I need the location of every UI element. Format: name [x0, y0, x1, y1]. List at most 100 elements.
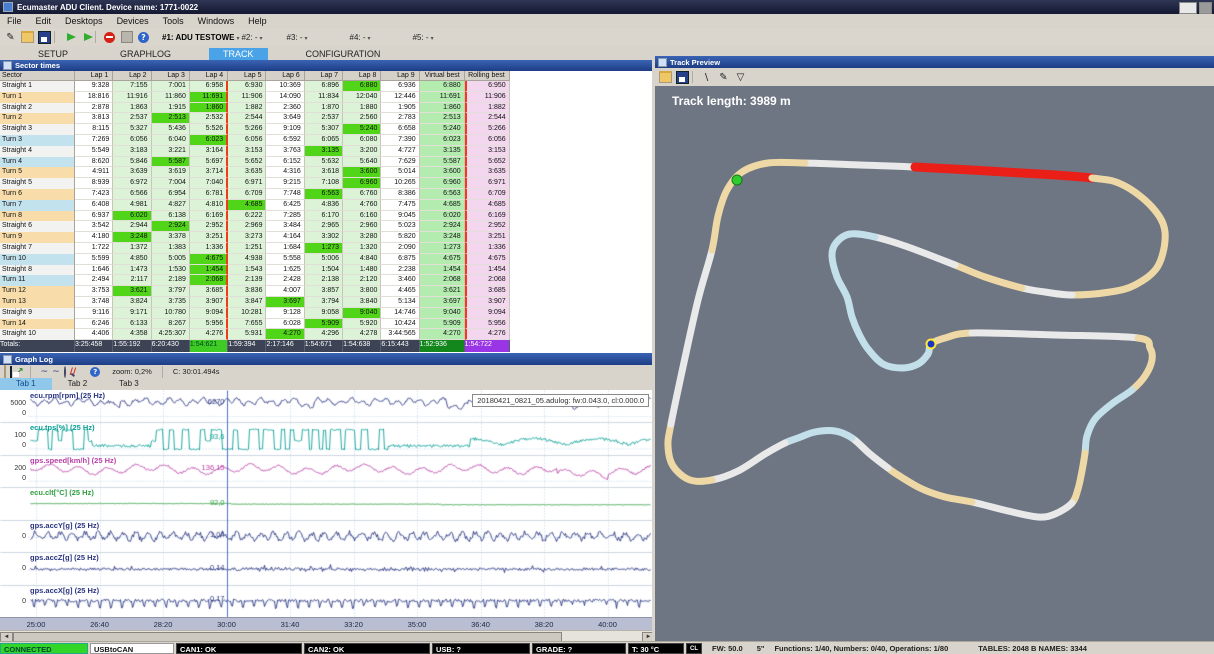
- help-log-icon[interactable]: ?: [90, 367, 100, 377]
- magnifier-icon[interactable]: [64, 367, 66, 377]
- close-button[interactable]: [1199, 2, 1212, 14]
- sector-time-cell: 2:944: [113, 221, 151, 232]
- maximize-button[interactable]: [1179, 2, 1197, 14]
- sector-row-name[interactable]: Straight 7: [0, 243, 75, 254]
- sector-time-cell: 10:424: [381, 319, 419, 330]
- sector-time-cell: 2:952: [190, 221, 228, 232]
- sector-row-name[interactable]: Straight 9: [0, 308, 75, 319]
- column-header-lap-5: Lap 5: [228, 71, 266, 81]
- sector-row-name[interactable]: Straight 2: [0, 103, 75, 114]
- zoom-out-wave-icon[interactable]: ~: [52, 367, 60, 377]
- graph-plot-area[interactable]: ecu.rpm[rpm] (25 Hz)50000ecu.tps[%] (25 …: [0, 390, 655, 617]
- firmware-label: FW: 50.0: [712, 644, 743, 653]
- sector-row-name[interactable]: Turn 5: [0, 167, 75, 178]
- track-sector-tan: [668, 424, 712, 481]
- tab-graphlog[interactable]: GRAPHLOG: [106, 48, 185, 60]
- sector-row-name[interactable]: Turn 1: [0, 92, 75, 103]
- sector-row-name[interactable]: Turn 10: [0, 254, 75, 265]
- sector-times-panel-header[interactable]: Sector times: [0, 60, 652, 71]
- stop-icon[interactable]: [103, 31, 116, 44]
- eraser-tool-icon[interactable]: ▽: [734, 71, 747, 84]
- sector-time-cell: 5:307: [305, 124, 343, 135]
- sector-time-cell: 7:040: [190, 178, 228, 189]
- sector-row-name[interactable]: Turn 14: [0, 319, 75, 330]
- sector-row-name[interactable]: Straight 4: [0, 146, 75, 157]
- column-header-lap-8: Lap 8: [343, 71, 381, 81]
- virtual-best-cell: 5:587: [420, 157, 465, 168]
- sector-time-cell: 5:134: [381, 297, 419, 308]
- device-slot-3[interactable]: #3: -▾: [287, 33, 308, 42]
- sector-row-name[interactable]: Straight 6: [0, 221, 75, 232]
- sector-row-name[interactable]: Straight 1: [0, 81, 75, 92]
- sector-time-cell: 6:408: [75, 200, 113, 211]
- rolling-best-cell: 3:153: [465, 146, 510, 157]
- sector-row-name[interactable]: Turn 7: [0, 200, 75, 211]
- menu-item-help[interactable]: Help: [241, 16, 274, 26]
- virtual-best-cell: 6:880: [420, 81, 465, 92]
- open-icon[interactable]: [21, 31, 34, 44]
- sector-time-cell: 10:265: [381, 178, 419, 189]
- sector-time-cell: 3:857: [305, 286, 343, 297]
- menu-item-tools[interactable]: Tools: [156, 16, 191, 26]
- sector-row-name[interactable]: Straight 8: [0, 265, 75, 276]
- zoom-in-wave-icon[interactable]: ~: [41, 367, 49, 377]
- sector-row-name[interactable]: Turn 13: [0, 297, 75, 308]
- tab-configuration[interactable]: CONFIGURATION: [292, 48, 395, 60]
- track-sector-tan: [931, 333, 972, 344]
- graph-tab-tab-1[interactable]: Tab 1: [0, 378, 52, 390]
- line-tool-icon[interactable]: \: [700, 71, 713, 84]
- title-bar[interactable]: Ecumaster ADU Client. Device name: 1771-…: [0, 0, 1214, 14]
- sector-row-name[interactable]: Turn 3: [0, 135, 75, 146]
- device-slot-5[interactable]: #5: -▾: [413, 33, 434, 42]
- sector-time-cell: 5:909: [305, 319, 343, 330]
- sector-time-cell: 1:383: [152, 243, 190, 254]
- menu-item-desktops[interactable]: Desktops: [58, 16, 110, 26]
- sector-row-name[interactable]: Turn 12: [0, 286, 75, 297]
- sector-row-name[interactable]: Straight 5: [0, 178, 75, 189]
- y-axis-max-label: 100: [0, 432, 26, 439]
- save-icon[interactable]: [38, 31, 51, 44]
- tab-setup[interactable]: SETUP: [24, 48, 82, 60]
- save-track-icon[interactable]: [676, 71, 689, 84]
- sector-row-name[interactable]: Straight 10: [0, 329, 75, 340]
- open-log-icon[interactable]: [4, 367, 6, 377]
- sector-row-name[interactable]: Turn 6: [0, 189, 75, 200]
- help-icon[interactable]: ?: [137, 31, 150, 44]
- flag2-icon[interactable]: [79, 31, 92, 44]
- cube-icon[interactable]: [120, 31, 133, 44]
- track-length-label: Track length: 3989 m: [672, 94, 791, 108]
- device-slot-1[interactable]: #1: ADU TESTOWE▾: [162, 33, 239, 42]
- pencil-tool-icon[interactable]: ✎: [717, 71, 730, 84]
- sector-time-cell: 1:251: [228, 243, 266, 254]
- menu-item-edit[interactable]: Edit: [29, 16, 59, 26]
- sector-row-name[interactable]: Turn 8: [0, 211, 75, 222]
- sector-row-name[interactable]: Turn 2: [0, 113, 75, 124]
- graph-tab-tab-3[interactable]: Tab 3: [103, 378, 155, 390]
- graph-tab-tab-2[interactable]: Tab 2: [52, 378, 104, 390]
- sector-time-cell: 7:748: [266, 189, 304, 200]
- sector-time-cell: 9:045: [381, 211, 419, 222]
- track-canvas[interactable]: Track length: 3989 m: [655, 86, 1214, 654]
- column-header-sector: Sector: [0, 71, 75, 81]
- device-slot-4[interactable]: #4: -▾: [350, 33, 371, 42]
- column-header-lap-2: Lap 2: [113, 71, 151, 81]
- menu-item-file[interactable]: File: [0, 16, 29, 26]
- sector-row-name[interactable]: Straight 3: [0, 124, 75, 135]
- sector-row-name[interactable]: Turn 4: [0, 157, 75, 168]
- track-preview-panel-header[interactable]: Track Preview: [655, 56, 1214, 68]
- flag-icon[interactable]: [62, 31, 75, 44]
- menu-item-devices[interactable]: Devices: [110, 16, 156, 26]
- save-log-icon[interactable]: [10, 367, 12, 377]
- tab-track[interactable]: TRACK: [209, 48, 268, 60]
- sector-time-cell: 6:896: [305, 81, 343, 92]
- device-slot-2[interactable]: #2: -▾: [241, 33, 262, 42]
- graph-log-panel-header[interactable]: Graph Log: [0, 353, 652, 365]
- track-sector-tan: [1072, 453, 1085, 503]
- sector-row-name[interactable]: Turn 9: [0, 232, 75, 243]
- pen-icon[interactable]: ✎: [4, 31, 17, 44]
- open-track-icon[interactable]: [659, 71, 672, 84]
- sector-row-name[interactable]: Turn 11: [0, 275, 75, 286]
- menu-item-windows[interactable]: Windows: [191, 16, 242, 26]
- virtual-best-cell: 9:040: [420, 308, 465, 319]
- virtual-best-cell: 11:691: [420, 92, 465, 103]
